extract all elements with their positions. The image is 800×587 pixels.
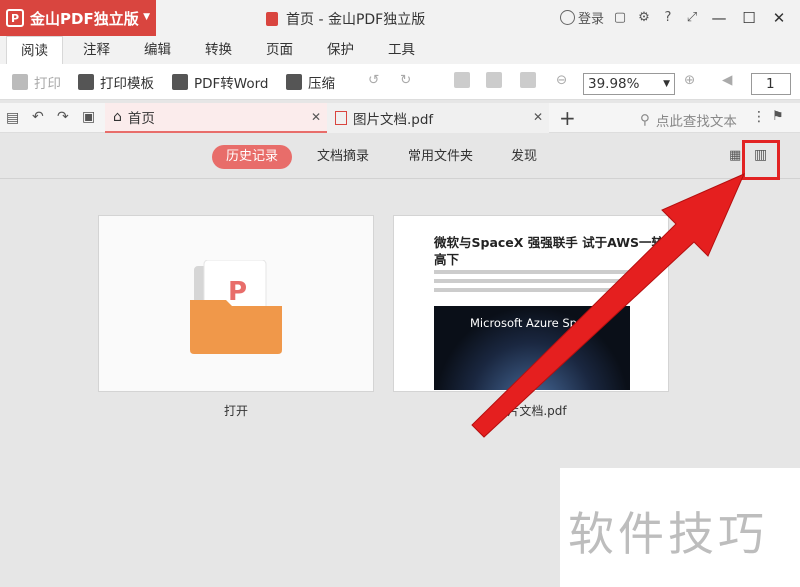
red-arrow-annotation — [471, 173, 745, 438]
